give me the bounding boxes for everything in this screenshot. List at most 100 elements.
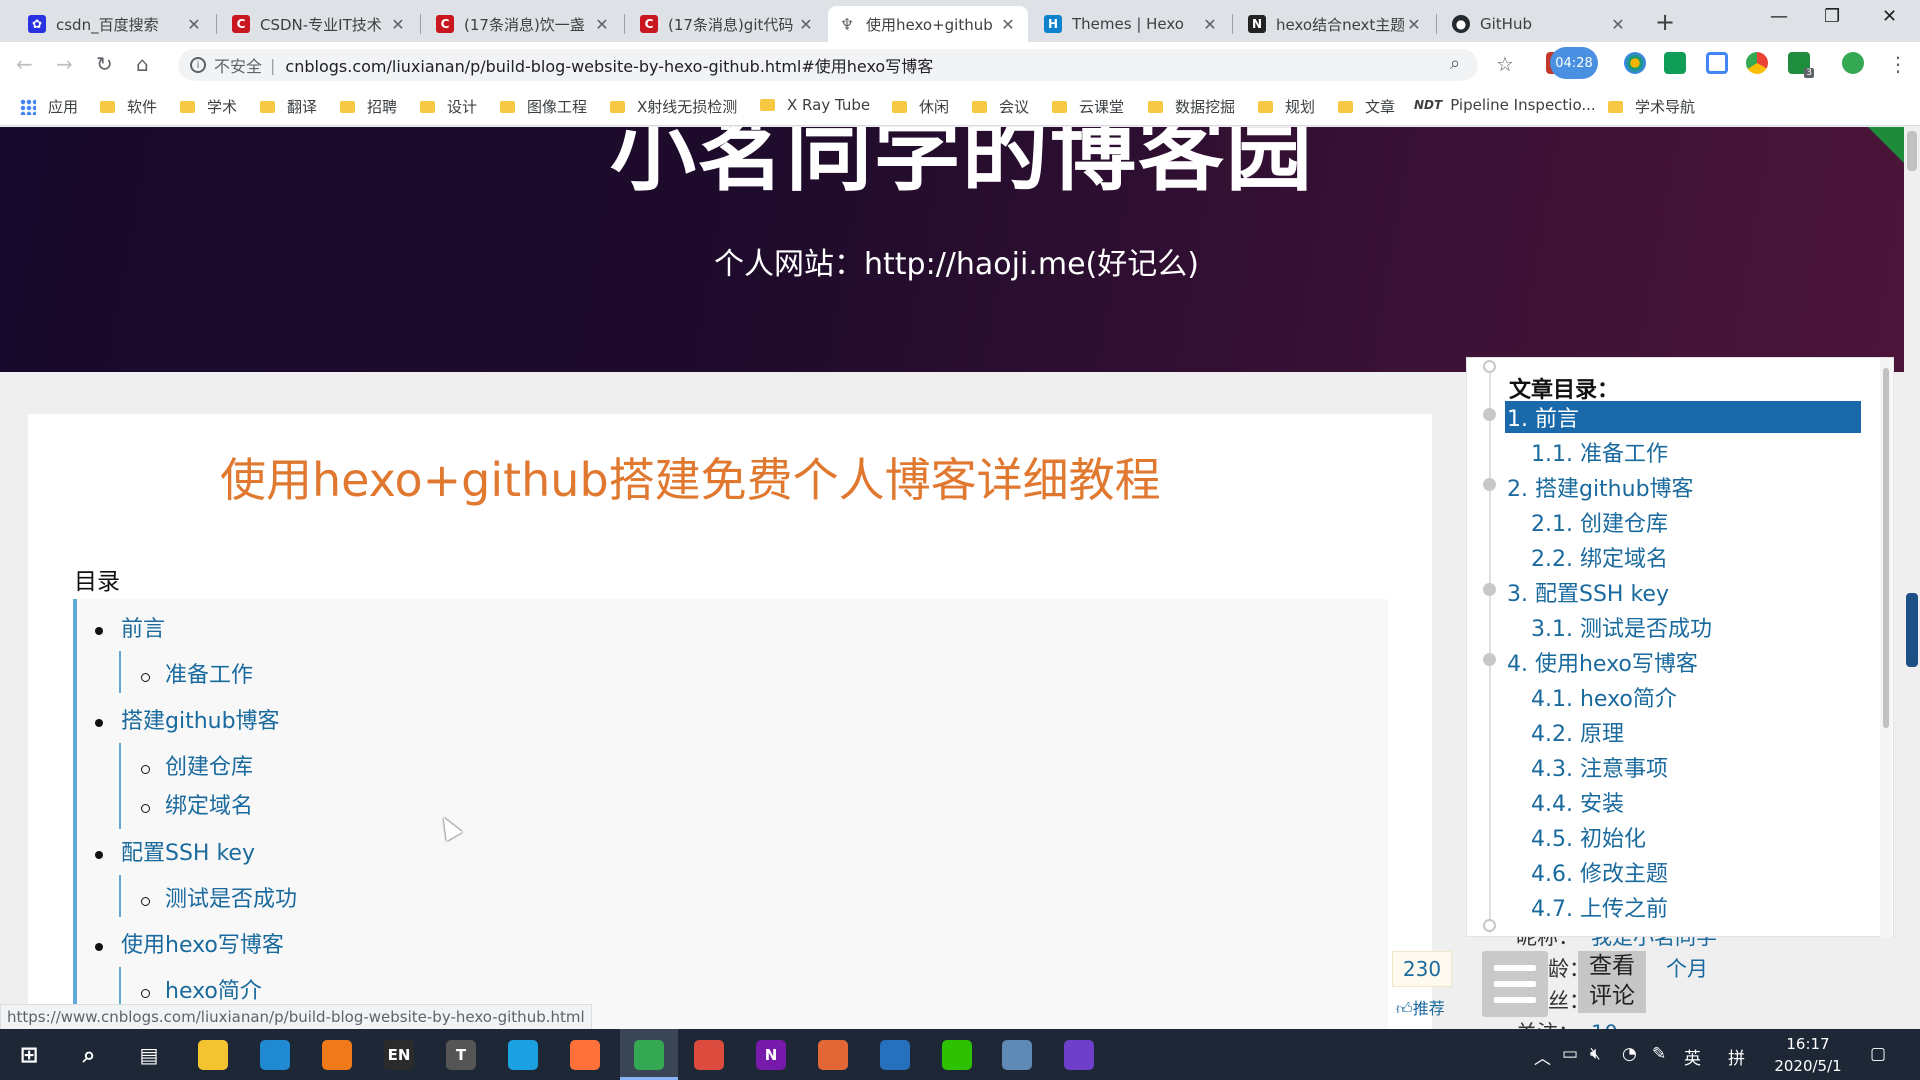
view-comments-button[interactable]: 查看 评论: [1578, 951, 1646, 1013]
close-icon[interactable]: ✕: [184, 15, 204, 34]
onenote-icon[interactable]: N: [756, 1040, 786, 1070]
side-toc-item[interactable]: 4.5. 初始化: [1531, 821, 1646, 853]
bookmark-folder[interactable]: 规划: [1258, 96, 1315, 117]
wifi-icon[interactable]: ◔: [1622, 1044, 1637, 1064]
ime-language[interactable]: 英: [1684, 1044, 1701, 1069]
tab-csdn-msg1[interactable]: C (17条消息)饮一盏 ✕: [426, 6, 622, 42]
bookmark-folder[interactable]: 学术: [180, 96, 237, 117]
avatar[interactable]: [1842, 52, 1864, 74]
bookmark-apps[interactable]: 应用: [20, 96, 78, 117]
forward-icon[interactable]: →: [56, 52, 73, 76]
toc-link[interactable]: 创建仓库: [165, 749, 253, 781]
extension-on-icon[interactable]: [1664, 52, 1686, 74]
bookmark-folder[interactable]: X射线无损检测: [610, 96, 737, 117]
task-view-icon[interactable]: ▤: [134, 1040, 164, 1070]
en-dictionary-icon[interactable]: EN: [384, 1040, 414, 1070]
side-toc-item[interactable]: 4.1. hexo简介: [1531, 681, 1677, 713]
new-tab-button[interactable]: +: [1655, 8, 1675, 36]
side-toc-scrollbar[interactable]: [1880, 358, 1892, 938]
bookmark-folder[interactable]: 云课堂: [1052, 96, 1124, 117]
sketchup-icon[interactable]: [1002, 1040, 1032, 1070]
info-icon[interactable]: i: [190, 57, 206, 73]
tab-csdn-baidu[interactable]: ✿ csdn_百度搜索 ✕: [18, 6, 214, 42]
article-title[interactable]: 使用hexo+github搭建免费个人博客详细教程: [220, 444, 1161, 510]
side-toc-item[interactable]: 4. 使用hexo写博客: [1507, 646, 1698, 678]
toc-link[interactable]: 使用hexo写博客: [121, 927, 284, 959]
windows-start-icon[interactable]: ⊞: [14, 1040, 44, 1070]
zoom-icon[interactable]: ⌕: [1450, 53, 1460, 74]
todoist-icon[interactable]: [694, 1040, 724, 1070]
side-toc-item[interactable]: 2.1. 创建仓库: [1531, 506, 1668, 538]
toc-link[interactable]: 准备工作: [165, 657, 253, 689]
side-toc-item[interactable]: 2. 搭建github博客: [1507, 471, 1694, 503]
recommend-button[interactable]: 👍︎推荐: [1396, 995, 1445, 1019]
tab-csdn-msg2[interactable]: C (17条消息)git代码 ✕: [630, 6, 826, 42]
bookmark-star-icon[interactable]: ☆: [1496, 52, 1514, 76]
side-toc-item[interactable]: 1.1. 准备工作: [1531, 436, 1668, 468]
extension-sync-icon[interactable]: [1706, 52, 1728, 74]
wechat-icon[interactable]: [942, 1040, 972, 1070]
blog-title[interactable]: 小茗同学的博客园: [610, 127, 1314, 207]
extension-globe-icon[interactable]: [1624, 52, 1646, 74]
extension-chrome-icon[interactable]: [1746, 52, 1768, 74]
matlab-icon[interactable]: [818, 1040, 848, 1070]
firefox-icon[interactable]: [570, 1040, 600, 1070]
bookmark-folder[interactable]: 文章: [1338, 96, 1395, 117]
toc-link[interactable]: 测试是否成功: [165, 881, 297, 913]
bookmark-folder[interactable]: 图像工程: [500, 96, 587, 117]
side-toc-item[interactable]: 4.2. 原理: [1531, 716, 1624, 748]
vscode-icon[interactable]: [260, 1040, 290, 1070]
side-toc-item[interactable]: 4.3. 注意事项: [1531, 751, 1668, 783]
edge-icon[interactable]: [508, 1040, 538, 1070]
toc-link[interactable]: 配置SSH key: [121, 835, 255, 867]
close-icon[interactable]: ✕: [1200, 15, 1220, 34]
reload-icon[interactable]: ↻: [96, 52, 113, 76]
toc-toggle-button[interactable]: [1482, 951, 1548, 1017]
notification-icon[interactable]: ▢: [1870, 1044, 1886, 1064]
bookmark-folder[interactable]: X Ray Tube: [760, 96, 870, 114]
minimize-icon[interactable]: —: [1770, 6, 1788, 27]
side-toc-item[interactable]: 4.6. 修改主题: [1531, 856, 1668, 888]
close-icon[interactable]: ✕: [998, 15, 1018, 34]
search-icon[interactable]: ⌕: [74, 1040, 104, 1070]
toc-link[interactable]: 搭建github博客: [121, 703, 280, 735]
toc-link[interactable]: 前言: [121, 611, 165, 643]
close-icon[interactable]: ✕: [796, 15, 816, 34]
bookmark-folder[interactable]: 休闲: [892, 96, 949, 117]
menu-dots-icon[interactable]: ⋮: [1888, 52, 1908, 76]
system-clock[interactable]: 16:17 2020/5/1: [1768, 1033, 1848, 1077]
toc-link[interactable]: hexo简介: [165, 973, 262, 1005]
tab-hexo-themes[interactable]: H Themes | Hexo ✕: [1034, 6, 1230, 42]
bookmark-pipeline[interactable]: NDT Pipeline Inspectio...: [1414, 96, 1596, 114]
url-text[interactable]: cnblogs.com/liuxianan/p/build-blog-websi…: [285, 53, 933, 77]
side-toc-item[interactable]: 4.7. 上传之前: [1531, 891, 1668, 923]
close-icon[interactable]: ✕: [592, 15, 612, 34]
tab-hexo-next[interactable]: N hexo结合next主题 ✕: [1238, 6, 1434, 42]
close-window-icon[interactable]: ✕: [1882, 6, 1897, 27]
file-explorer-icon[interactable]: [198, 1040, 228, 1070]
back-icon[interactable]: ←: [16, 52, 33, 76]
chrome-icon[interactable]: [634, 1040, 664, 1070]
typora-icon[interactable]: T: [446, 1040, 476, 1070]
tray-chevron-icon[interactable]: ︿: [1534, 1044, 1551, 1069]
tab-github[interactable]: ● GitHub ✕: [1442, 6, 1638, 42]
side-toc-item[interactable]: 3. 配置SSH key: [1507, 576, 1669, 608]
battery-icon[interactable]: ▭: [1562, 1044, 1578, 1064]
tab-cnblogs-active[interactable]: ♆ 使用hexo+github ✕: [828, 6, 1028, 42]
bookmark-folder[interactable]: 设计: [420, 96, 477, 117]
bookmark-folder[interactable]: 招聘: [340, 96, 397, 117]
close-icon[interactable]: ✕: [1404, 15, 1424, 34]
toc-link[interactable]: 绑定域名: [165, 788, 253, 820]
bookmark-folder[interactable]: 会议: [972, 96, 1029, 117]
restore-icon[interactable]: ❐: [1824, 6, 1840, 27]
close-icon[interactable]: ✕: [1608, 15, 1628, 34]
side-toc-item[interactable]: 4.4. 安装: [1531, 786, 1624, 818]
pen-icon[interactable]: ✎: [1652, 1044, 1666, 1064]
side-toc-item[interactable]: 3.1. 测试是否成功: [1531, 611, 1712, 643]
tab-csdn-home[interactable]: C CSDN-专业IT技术 ✕: [222, 6, 418, 42]
search-everything-icon[interactable]: [322, 1040, 352, 1070]
bookmark-folder[interactable]: 软件: [100, 96, 157, 117]
side-toc-item-active[interactable]: 1. 前言: [1505, 401, 1861, 433]
page-scrollbar[interactable]: [1904, 127, 1920, 1029]
volume-muted-icon[interactable]: 🔇︎: [1590, 1044, 1601, 1064]
